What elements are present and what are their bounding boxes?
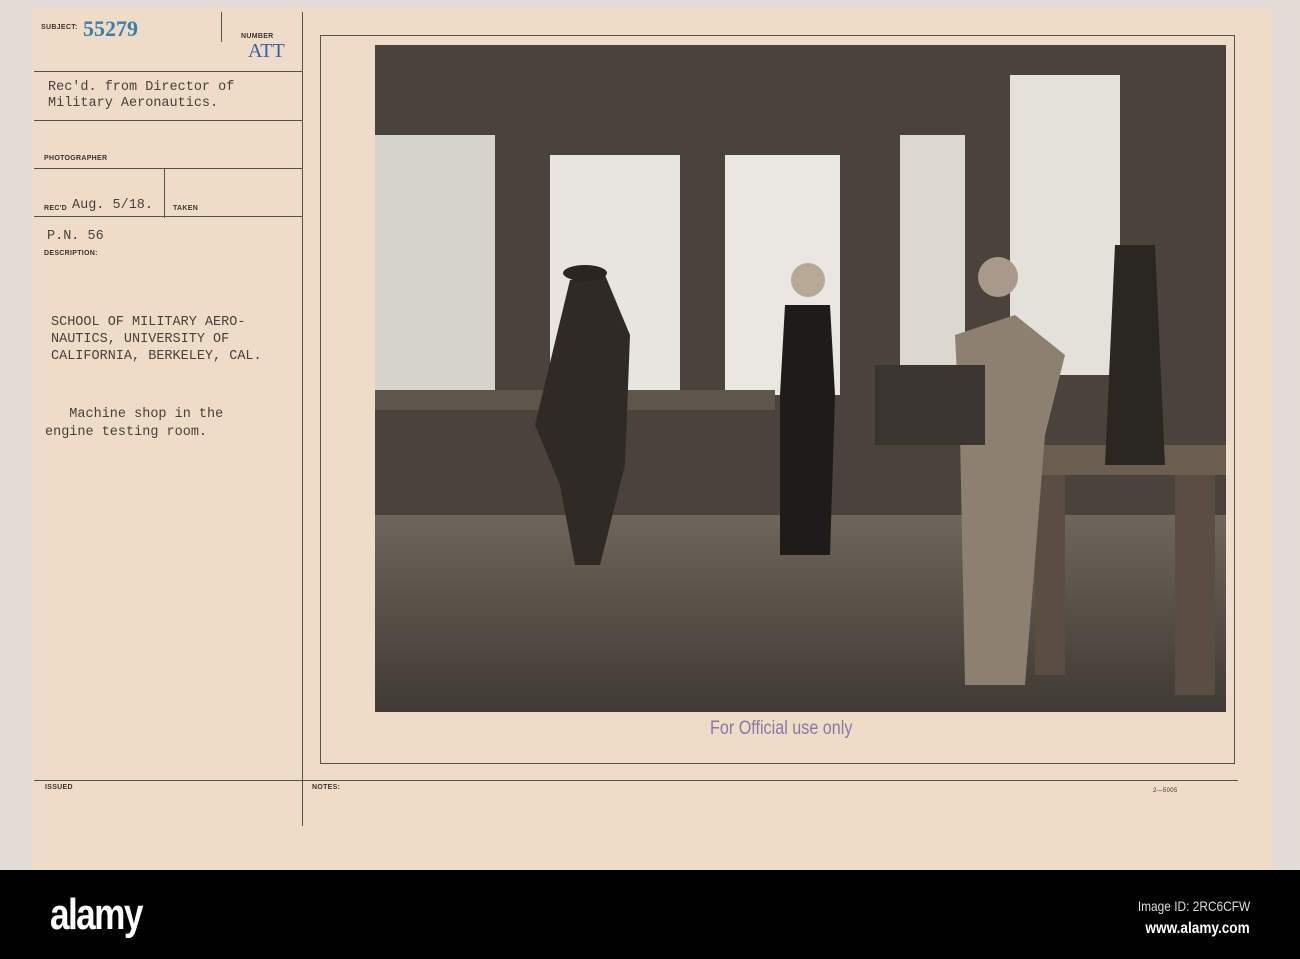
machine-shop-photograph — [375, 45, 1226, 712]
photographer-label: PHOTOGRAPHER — [44, 155, 108, 162]
divider — [302, 12, 303, 826]
divider — [34, 168, 302, 169]
divider — [34, 120, 302, 121]
subject-label: SUBJECT: — [41, 24, 78, 31]
alamy-logo: alamy — [50, 890, 143, 939]
number-value: ATT — [248, 40, 285, 62]
official-use-stamp: For Official use only — [710, 718, 853, 739]
divider — [34, 216, 302, 217]
description-label: DESCRIPTION: — [44, 250, 98, 257]
notes-label: NOTES: — [312, 784, 341, 791]
divider — [34, 780, 1238, 781]
number-label: NUMBER — [241, 33, 274, 40]
pn-value: P.N. 56 — [47, 229, 104, 244]
received-from: Rec'd. from Director of Military Aeronau… — [48, 80, 235, 111]
website-link[interactable]: www.alamy.com — [1146, 920, 1250, 938]
image-id: Image ID: 2RC6CFW — [1137, 898, 1250, 914]
recd-label: REC'D — [44, 205, 67, 212]
divider — [164, 168, 165, 218]
description-body: Machine shop in the engine testing room. — [45, 407, 224, 440]
form-number: 2—5005 — [1153, 788, 1178, 794]
watermark-banner: alamy Image ID: 2RC6CFW www.alamy.com — [0, 870, 1300, 959]
recd-value: Aug. 5/18. — [72, 198, 154, 213]
issued-label: ISSUED — [45, 784, 73, 791]
subject-number: 55279 — [83, 16, 138, 41]
description-title: SCHOOL OF MILITARY AERO- NAUTICS, UNIVER… — [51, 315, 262, 364]
taken-label: TAKEN — [173, 205, 199, 212]
divider — [34, 71, 302, 72]
divider — [221, 12, 222, 42]
